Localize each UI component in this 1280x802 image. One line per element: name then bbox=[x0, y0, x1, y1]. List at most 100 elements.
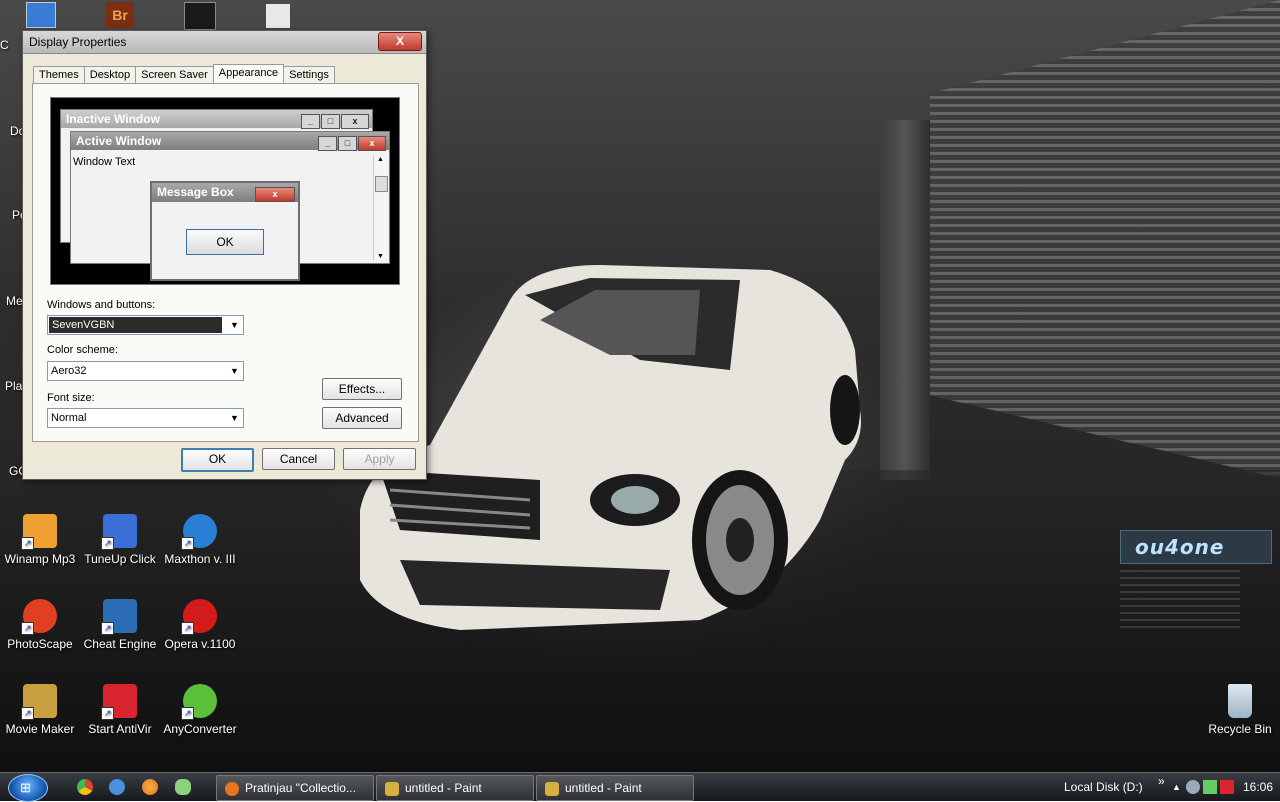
wallpaper-shutter bbox=[930, 0, 1280, 479]
desktop-icon-label: AnyConverter bbox=[163, 722, 237, 736]
close-button[interactable]: X bbox=[378, 32, 422, 51]
game-icon[interactable] bbox=[184, 2, 216, 30]
wallpaper-column bbox=[880, 120, 930, 480]
ok-button[interactable]: OK bbox=[181, 448, 254, 472]
preview-scrollbar: ▲ ▼ bbox=[373, 156, 388, 260]
font-size-value: Normal bbox=[51, 412, 87, 424]
antivir-icon[interactable] bbox=[1220, 780, 1234, 794]
clock[interactable]: 16:06 bbox=[1243, 773, 1273, 801]
close-icon: X bbox=[395, 34, 404, 48]
desktop: ou4one C Do Pe Me Pla GO Br ↗ Winamp Mp3… bbox=[0, 0, 1280, 772]
desktop-icon-label: Maxthon v. III bbox=[164, 552, 236, 566]
appearance-panel: Inactive Window _ □ x Active Window _ □ x Wi… bbox=[32, 83, 419, 442]
minimize-icon: _ bbox=[301, 114, 320, 129]
desktop-icon-anyconverter[interactable]: ↗ AnyConverter bbox=[160, 684, 240, 736]
preview-message-box: Message Box x OK bbox=[150, 181, 300, 281]
cheat-engine-icon: ↗ bbox=[101, 599, 137, 635]
expand-toolbar-icon[interactable]: » bbox=[1158, 767, 1165, 795]
color-scheme-label: Color scheme: bbox=[47, 344, 118, 356]
taskbar-item-paint[interactable]: untitled - Paint bbox=[376, 775, 534, 801]
tab-strip: Themes Desktop Screen Saver Appearance Setti… bbox=[33, 63, 335, 86]
close-icon: x bbox=[358, 136, 386, 151]
recycle-bin-icon bbox=[1228, 684, 1252, 718]
desktop-icon-recycle-bin[interactable]: Recycle Bin bbox=[1200, 684, 1280, 736]
scroll-up-icon: ▲ bbox=[377, 156, 384, 163]
taskbar-item-firefox[interactable]: Pratinjau "Collectio... bbox=[216, 775, 374, 801]
task-label: untitled - Paint bbox=[565, 781, 642, 795]
messenger-icon[interactable] bbox=[109, 779, 125, 795]
chevron-down-icon: ▼ bbox=[230, 320, 239, 330]
desktop-icon-label: PhotoScape bbox=[7, 637, 73, 651]
windows-buttons-label: Windows and buttons: bbox=[47, 299, 156, 311]
windows-buttons-value: SevenVGBN bbox=[49, 317, 222, 333]
movie-maker-icon: ↗ bbox=[21, 684, 57, 720]
anyconverter-icon: ↗ bbox=[181, 684, 217, 720]
system-tray: Local Disk (D:) » ▲ 16:06 bbox=[1060, 773, 1280, 801]
desktop-icon-maxthon[interactable]: ↗ Maxthon v. III bbox=[160, 514, 240, 566]
dialog-title: Display Properties bbox=[29, 35, 127, 49]
desktop-icon-label: Opera v.1100 bbox=[164, 637, 236, 651]
photoscape-icon: ↗ bbox=[21, 599, 57, 635]
desktop-icon-label: Start AntiVir bbox=[88, 722, 152, 736]
task-label: Pratinjau "Collectio... bbox=[245, 781, 356, 795]
firefox-icon[interactable] bbox=[142, 779, 158, 795]
desktop-icon-opera[interactable]: ↗ Opera v.1100 bbox=[160, 599, 240, 651]
close-icon: x bbox=[341, 114, 369, 129]
antivir-icon: ↗ bbox=[101, 684, 137, 720]
scroll-down-icon: ▼ bbox=[377, 253, 384, 260]
desktop-icon-label: Movie Maker bbox=[5, 722, 75, 736]
font-size-select[interactable]: Normal ▼ bbox=[47, 408, 244, 428]
color-scheme-select[interactable]: Aero32 ▼ bbox=[47, 361, 244, 381]
chevron-down-icon: ▼ bbox=[230, 413, 239, 423]
task-label: untitled - Paint bbox=[405, 781, 482, 795]
preview-scroll-thumb bbox=[375, 176, 388, 192]
font-size-label: Font size: bbox=[47, 392, 95, 404]
apply-button[interactable]: Apply bbox=[343, 448, 416, 470]
preview-message-title-text: Message Box bbox=[157, 185, 234, 199]
effects-button[interactable]: Effects... bbox=[322, 378, 402, 400]
taskbar: ⊞ Pratinjau "Collectio... untitled - Pai… bbox=[0, 772, 1280, 802]
desktop-icon-movie-maker[interactable]: ↗ Movie Maker bbox=[0, 684, 80, 736]
preview-inactive-title-text: Inactive Window bbox=[66, 112, 160, 126]
close-icon: x bbox=[255, 187, 295, 202]
desktop-icon-photoscape[interactable]: ↗ PhotoScape bbox=[0, 599, 80, 651]
local-disk-toolbar[interactable]: Local Disk (D:) bbox=[1064, 773, 1143, 801]
desktop-icon-antivir[interactable]: ↗ Start AntiVir bbox=[80, 684, 160, 736]
taskbar-item-paint-2[interactable]: untitled - Paint bbox=[536, 775, 694, 801]
maximize-icon: □ bbox=[321, 114, 340, 129]
windows-logo-icon: ⊞ bbox=[20, 780, 31, 795]
chrome-icon[interactable] bbox=[77, 779, 93, 795]
preview-active-window: Active Window _ □ x Window Text ▲ ▼ Messag… bbox=[70, 131, 390, 281]
dialog-titlebar[interactable]: Display Properties X bbox=[23, 31, 426, 54]
color-scheme-value: Aero32 bbox=[51, 365, 87, 377]
partial-icon-label[interactable]: Me bbox=[6, 294, 23, 308]
partial-icon-label[interactable]: Pla bbox=[5, 379, 22, 393]
firefox-icon bbox=[225, 781, 239, 796]
chat-icon[interactable] bbox=[175, 779, 191, 795]
preview-ok-button: OK bbox=[186, 229, 264, 255]
start-button[interactable]: ⊞ bbox=[8, 774, 48, 802]
my-computer-icon[interactable] bbox=[26, 2, 56, 28]
tuneup-icon: ↗ bbox=[101, 514, 137, 550]
winamp-icon: ↗ bbox=[21, 514, 57, 550]
maxthon-icon: ↗ bbox=[181, 514, 217, 550]
desktop-icon-tuneup[interactable]: ↗ TuneUp Click bbox=[80, 514, 160, 566]
bridge-icon[interactable]: Br bbox=[106, 2, 134, 28]
desktop-icon-label: Recycle Bin bbox=[1208, 722, 1272, 736]
security-icon[interactable] bbox=[1203, 780, 1217, 794]
desktop-icon-label: Winamp Mp3 bbox=[4, 552, 76, 566]
desktop-icon-cheat-engine[interactable]: ↗ Cheat Engine bbox=[80, 599, 160, 651]
partial-icon-label[interactable]: C bbox=[0, 38, 9, 52]
desktop-icon-label: TuneUp Click bbox=[84, 552, 156, 566]
preview-active-title-text: Active Window bbox=[76, 134, 162, 148]
document-icon[interactable] bbox=[266, 4, 290, 28]
display-properties-dialog: Display Properties X Themes Desktop Screen… bbox=[22, 30, 427, 480]
network-icon[interactable] bbox=[1186, 780, 1200, 794]
wallpaper-brand-text bbox=[1120, 570, 1240, 630]
cancel-button[interactable]: Cancel bbox=[262, 448, 335, 470]
advanced-button[interactable]: Advanced bbox=[322, 407, 402, 429]
desktop-icon-winamp[interactable]: ↗ Winamp Mp3 bbox=[0, 514, 80, 566]
wallpaper-brand: ou4one bbox=[1120, 530, 1272, 564]
show-hidden-icons-icon[interactable]: ▲ bbox=[1172, 773, 1181, 801]
windows-buttons-select[interactable]: SevenVGBN ▼ bbox=[47, 315, 244, 335]
